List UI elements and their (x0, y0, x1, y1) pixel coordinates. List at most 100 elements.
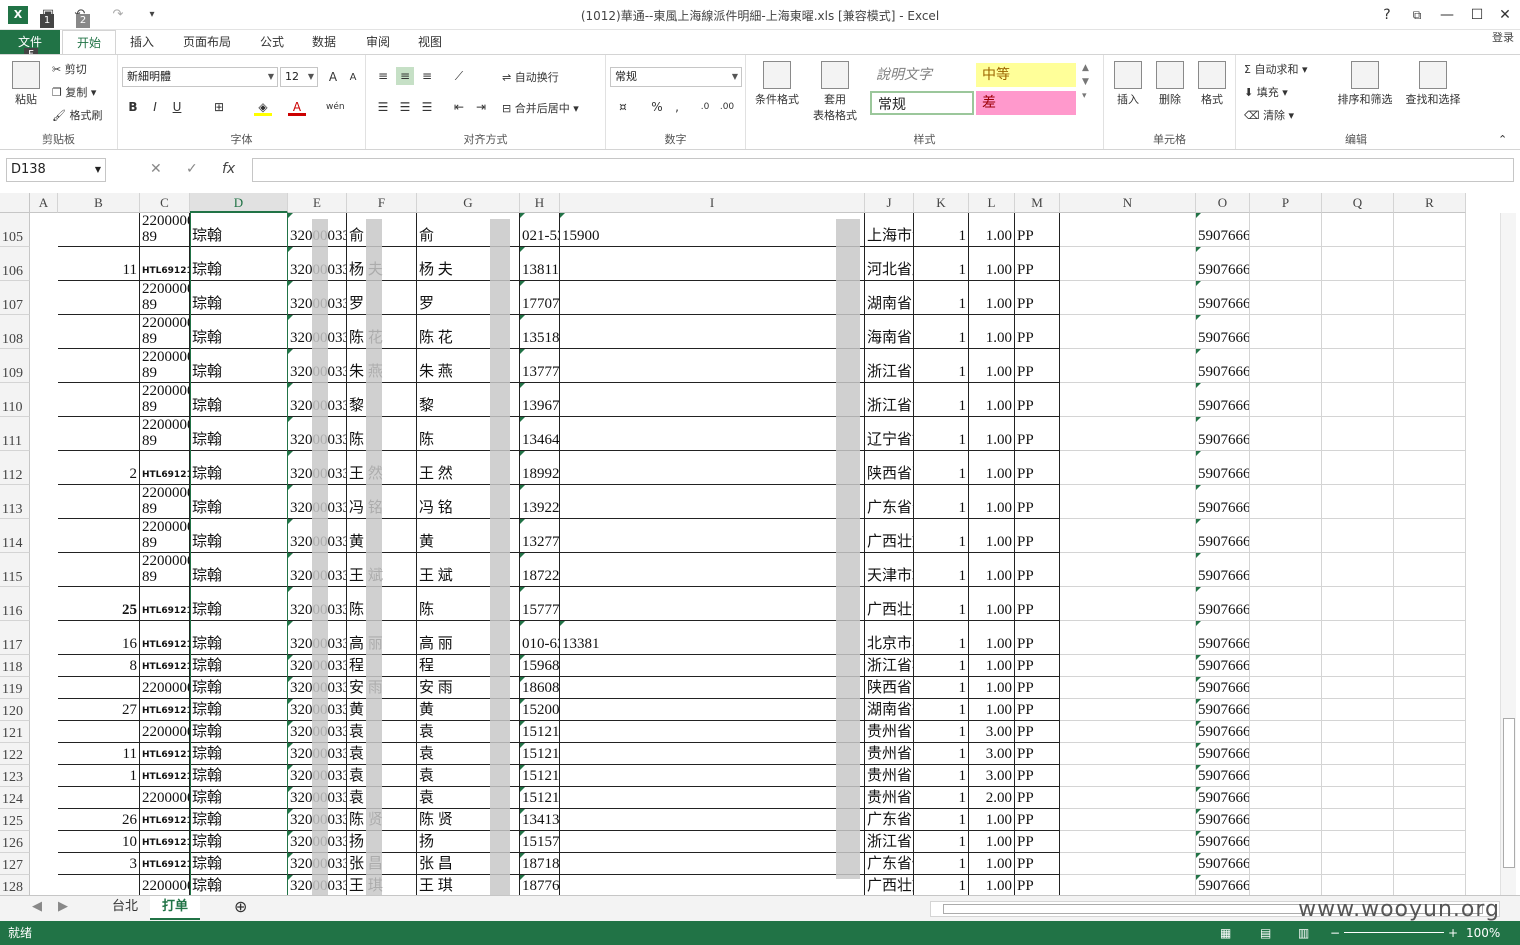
collapse-ribbon-icon[interactable]: ⌃ (1498, 133, 1507, 146)
cell-d[interactable]: 琮翰 (190, 349, 288, 383)
cell-b[interactable] (58, 485, 140, 519)
cell-l[interactable]: 1.00 (969, 809, 1015, 831)
cell-c[interactable]: 220000026 89 (140, 213, 190, 247)
cell-d[interactable]: 琮翰 (190, 587, 288, 621)
cell-d[interactable]: 琮翰 (190, 281, 288, 315)
cell-j[interactable]: 广东省肇庆市端州区 端州二路3号肇庆 (865, 485, 914, 519)
styles-scroll-icon[interactable]: ▲ ▼ ▾ (1082, 61, 1089, 103)
cell-q[interactable] (1322, 281, 1394, 315)
cell-h[interactable]: 134643162 (520, 417, 560, 451)
cell-h[interactable]: 135188985 (520, 315, 560, 349)
normal-view-icon[interactable]: ▦ (1220, 921, 1231, 945)
cell-p[interactable] (1250, 677, 1322, 699)
cell-f[interactable]: 罗 (347, 281, 417, 315)
cell-i[interactable]: 13381 (560, 621, 865, 655)
cell-m[interactable]: PP (1015, 417, 1060, 451)
cell-o[interactable] (1196, 213, 1250, 247)
cell-l[interactable]: 1.00 (969, 383, 1015, 417)
cell-n[interactable] (1060, 765, 1196, 787)
cell-i[interactable] (560, 699, 865, 721)
cell-o[interactable] (1196, 485, 1250, 519)
align-left-icon[interactable]: ☰ (374, 98, 392, 116)
cell-k[interactable]: 1 (914, 655, 969, 677)
worksheet-grid[interactable]: ABCDEFGHIJKLMNOPQR105220000026 89琮翰32000… (0, 193, 1500, 895)
cell-j[interactable]: 浙江省 杭州市 西湖区 古荡街道天目 路18 (865, 831, 914, 853)
cell-j[interactable]: 陕西省西安市未央区 未央湖街道 陕西科 (865, 451, 914, 485)
cell-n[interactable] (1060, 247, 1196, 281)
cell-j[interactable]: 广西壮族自治区柳州市柳南区 柳石街 柳 (865, 875, 914, 895)
cell-f[interactable]: 朱 燕 (347, 349, 417, 383)
tab-insert[interactable]: 插入 (120, 30, 164, 54)
cell-d[interactable]: 琮翰 (190, 853, 288, 875)
cell-n[interactable] (1060, 485, 1196, 519)
cell-o[interactable] (1196, 383, 1250, 417)
cell-k[interactable]: 1 (914, 587, 969, 621)
autosum-button[interactable]: Σ 自动求和 ▾ (1244, 61, 1307, 77)
shrink-font-button[interactable]: A (344, 69, 362, 87)
tab-page-layout[interactable]: 页面布局 (172, 30, 242, 54)
cell-b[interactable]: 2 (58, 451, 140, 485)
comma-button[interactable]: , (668, 98, 686, 116)
cell-o[interactable] (1196, 247, 1250, 281)
cell-o[interactable] (1196, 451, 1250, 485)
cell-p[interactable] (1250, 383, 1322, 417)
cell-p[interactable] (1250, 315, 1322, 349)
cell-r[interactable] (1394, 247, 1466, 281)
insert-function-button[interactable]: fx (222, 161, 235, 177)
enter-icon[interactable]: ✓ (186, 161, 198, 177)
cell-m[interactable]: PP (1015, 587, 1060, 621)
row-header[interactable]: 110 (0, 383, 30, 417)
cell-k[interactable]: 1 (914, 451, 969, 485)
zoom-in-icon[interactable]: + (1448, 921, 1458, 945)
cell-d[interactable]: 琮翰 (190, 451, 288, 485)
cell-m[interactable]: PP (1015, 349, 1060, 383)
cell-p[interactable] (1250, 519, 1322, 553)
cell-m[interactable]: PP (1015, 721, 1060, 743)
row-header[interactable]: 117 (0, 621, 30, 655)
cell-o[interactable] (1196, 831, 1250, 853)
zoom-out-icon[interactable]: − (1330, 921, 1340, 945)
cell-k[interactable]: 1 (914, 621, 969, 655)
align-center-icon[interactable]: ☰ (396, 98, 414, 116)
cell-l[interactable]: 3.00 (969, 721, 1015, 743)
cell-q[interactable] (1322, 743, 1394, 765)
cut-button[interactable]: ✂ 剪切 (52, 61, 87, 77)
cell-p[interactable] (1250, 699, 1322, 721)
cell-i[interactable] (560, 677, 865, 699)
cell-n[interactable] (1060, 281, 1196, 315)
column-header-l[interactable]: L (969, 193, 1015, 213)
column-header-n[interactable]: N (1060, 193, 1196, 213)
cell-b[interactable] (58, 315, 140, 349)
cell-o[interactable] (1196, 875, 1250, 895)
cell-o[interactable] (1196, 315, 1250, 349)
row-header[interactable]: 112 (0, 451, 30, 485)
cell-p[interactable] (1250, 213, 1322, 247)
cell-q[interactable] (1322, 315, 1394, 349)
cell-q[interactable] (1322, 247, 1394, 281)
cell-l[interactable]: 1.00 (969, 281, 1015, 315)
cell-j[interactable]: 贵州省 安顺市 其它区 开发区贵飞公司 (865, 743, 914, 765)
cell-r[interactable] (1394, 743, 1466, 765)
cell-b[interactable] (58, 677, 140, 699)
cell-f[interactable]: 王 琪 (347, 875, 417, 895)
cell-m[interactable]: PP (1015, 519, 1060, 553)
cell-r[interactable] (1394, 451, 1466, 485)
cell-d[interactable]: 琮翰 (190, 553, 288, 587)
column-header-b[interactable]: B (58, 193, 140, 213)
cell-q[interactable] (1322, 721, 1394, 743)
cell-n[interactable] (1060, 721, 1196, 743)
column-header-i[interactable]: I (560, 193, 865, 213)
format-cells-button[interactable]: 格式 (1194, 61, 1230, 107)
cell-b[interactable]: 3 (58, 853, 140, 875)
cancel-icon[interactable]: ✕ (150, 161, 162, 177)
cell-k[interactable]: 1 (914, 765, 969, 787)
paste-button[interactable]: 粘贴 (8, 61, 44, 107)
cell-k[interactable]: 1 (914, 721, 969, 743)
accounting-format-icon[interactable]: ¤ (614, 98, 632, 116)
cell-h[interactable]: 1596817594 (520, 655, 560, 677)
cell-j[interactable]: 贵州省 安顺市 其它区 开发区贵飞公司 (865, 787, 914, 809)
cell-f[interactable]: 杨 夫 (347, 247, 417, 281)
cell-b[interactable] (58, 787, 140, 809)
cell-n[interactable] (1060, 451, 1196, 485)
cell-r[interactable] (1394, 853, 1466, 875)
